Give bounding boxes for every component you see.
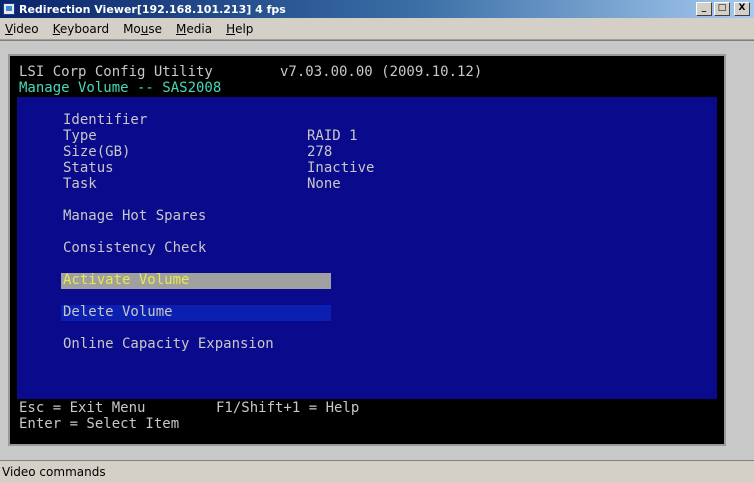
field-status-label: Status [63, 160, 114, 176]
menu-option-activate-volume[interactable]: Activate Volume [63, 272, 189, 288]
field-task-value: None [307, 176, 341, 192]
menu-keyboard-accel: K [52, 21, 60, 36]
menu-help[interactable]: Help [226, 21, 253, 37]
app-icon [3, 3, 15, 15]
field-type-value: RAID 1 [307, 128, 358, 144]
menu-help-accel: H [226, 21, 236, 36]
maximize-button[interactable]: □ [714, 2, 730, 16]
menu-option-delete-volume[interactable]: Delete Volume [63, 304, 173, 320]
field-task-label: Task [63, 176, 97, 192]
utility-version: v7.03.00.00 (2009.10.12) [280, 64, 483, 80]
screen-subtitle: Manage Volume -- SAS2008 [19, 80, 222, 96]
field-identifier-label: Identifier [63, 112, 148, 128]
menu-keyboard-label: eyboard [59, 21, 110, 36]
utility-title: LSI Corp Config Utility [19, 64, 213, 80]
status-text: Video commands [2, 465, 106, 479]
field-type-label: Type [63, 128, 97, 144]
menu-bar: Video Keyboard Mouse Media Help [0, 18, 754, 40]
footer-help-hint: F1/Shift+1 = Help [216, 400, 360, 416]
menu-mouse-label: se [148, 21, 163, 36]
menu-mouse[interactable]: Mouse [123, 21, 162, 37]
menu-media-label: edia [186, 21, 213, 36]
menu-option-online-capacity-expansion[interactable]: Online Capacity Expansion [63, 336, 274, 352]
window-controls: _ □ X [696, 2, 750, 16]
menu-mouse-label-pre: Mo [123, 21, 141, 36]
console-frame: LSI Corp Config Utility v7.03.00.00 (200… [0, 40, 754, 460]
menu-help-label: elp [235, 21, 254, 36]
field-status-value: Inactive [307, 160, 375, 176]
menu-media[interactable]: Media [176, 21, 212, 37]
field-size-label: Size(GB) [63, 144, 131, 160]
volume-panel: Identifier Type RAID 1 Size(GB) 278 Stat… [17, 97, 717, 399]
close-button[interactable]: X [734, 2, 750, 16]
footer-esc-hint: Esc = Exit Menu [19, 400, 146, 416]
status-bar: Video commands [0, 460, 754, 483]
remote-console-screen[interactable]: LSI Corp Config Utility v7.03.00.00 (200… [8, 54, 726, 446]
minimize-button[interactable]: _ [696, 2, 712, 16]
field-size-value: 278 [307, 144, 333, 160]
menu-video-label: ideo [12, 21, 39, 36]
menu-keyboard[interactable]: Keyboard [53, 21, 109, 37]
menu-video[interactable]: Video [5, 21, 39, 37]
menu-video-accel: V [5, 21, 13, 36]
menu-media-accel: M [176, 21, 187, 36]
window-title: Redirection Viewer[192.168.101.213] 4 fp… [19, 2, 286, 16]
menu-option-consistency-check[interactable]: Consistency Check [63, 240, 206, 256]
title-bar[interactable]: Redirection Viewer[192.168.101.213] 4 fp… [0, 0, 754, 18]
menu-option-manage-hot-spares[interactable]: Manage Hot Spares [63, 208, 206, 224]
footer-enter-hint: Enter = Select Item [19, 416, 180, 432]
